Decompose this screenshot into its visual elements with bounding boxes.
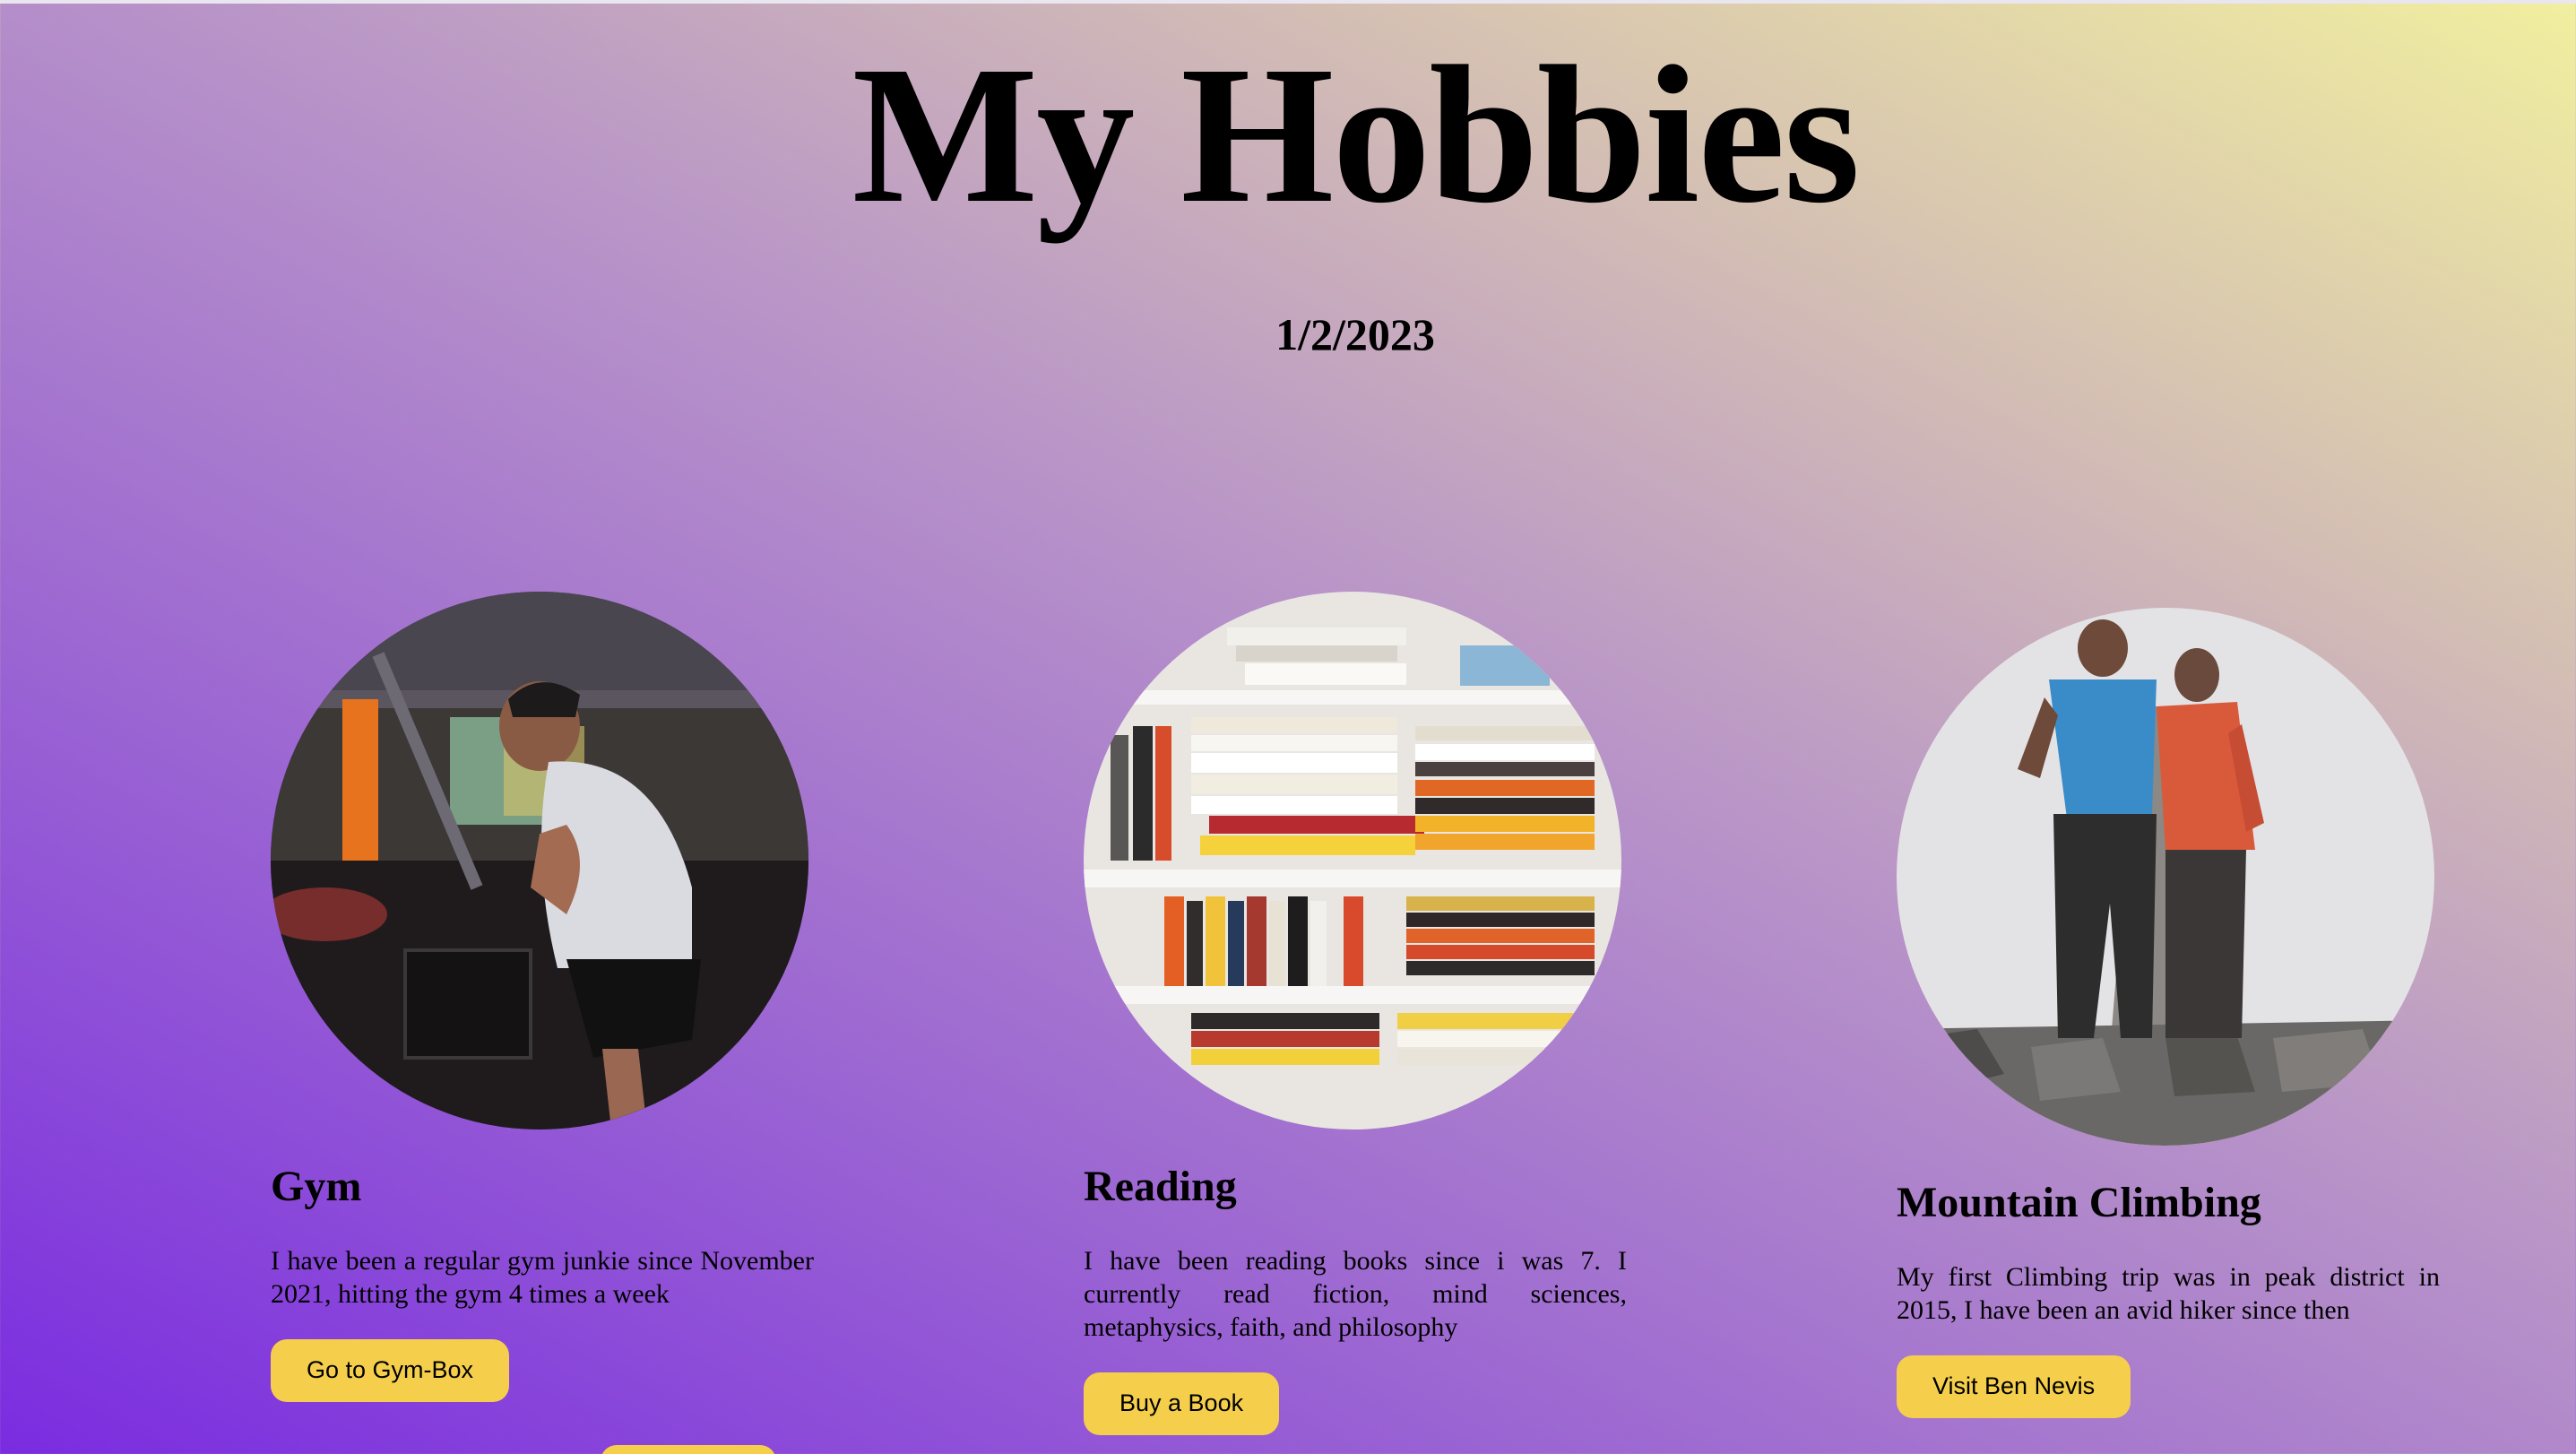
reading-photo-image — [1084, 592, 1621, 1129]
gym-photo-image — [271, 592, 808, 1129]
gym-photo — [271, 592, 808, 1129]
mountain-photo-image — [1897, 608, 2434, 1146]
visit-ben-nevis-button[interactable]: Visit Ben Nevis — [1897, 1355, 2131, 1418]
top-strip — [0, 0, 2576, 4]
page-date: 1/2/2023 — [1275, 309, 1435, 359]
hobby-description-gym: I have been a regular gym junkie since N… — [271, 1246, 814, 1309]
page-title: My Hobbies — [851, 25, 1861, 244]
hobby-title-reading: Reading — [1084, 1163, 1237, 1210]
hobby-card-gym: Gym I have been a regular gym junkie sin… — [271, 592, 817, 1402]
reading-photo — [1084, 592, 1621, 1129]
hobby-description-reading: I have been reading books since i was 7.… — [1084, 1246, 1627, 1342]
hobby-title-gym: Gym — [271, 1163, 362, 1210]
hobby-description-mountain-climbing: My first Climbing trip was in peak distr… — [1897, 1262, 2440, 1325]
hobby-card-reading: Reading I have been reading books since … — [1084, 592, 1630, 1435]
go-to-gym-box-button[interactable]: Go to Gym-Box — [271, 1339, 510, 1402]
partially-visible-button[interactable] — [601, 1445, 776, 1454]
hobby-card-mountain-climbing: Mountain Climbing My first Climbing trip… — [1897, 608, 2443, 1418]
mountain-photo — [1897, 608, 2434, 1146]
hobby-title-mountain-climbing: Mountain Climbing — [1897, 1179, 2261, 1226]
buy-a-book-button[interactable]: Buy a Book — [1084, 1372, 1280, 1435]
